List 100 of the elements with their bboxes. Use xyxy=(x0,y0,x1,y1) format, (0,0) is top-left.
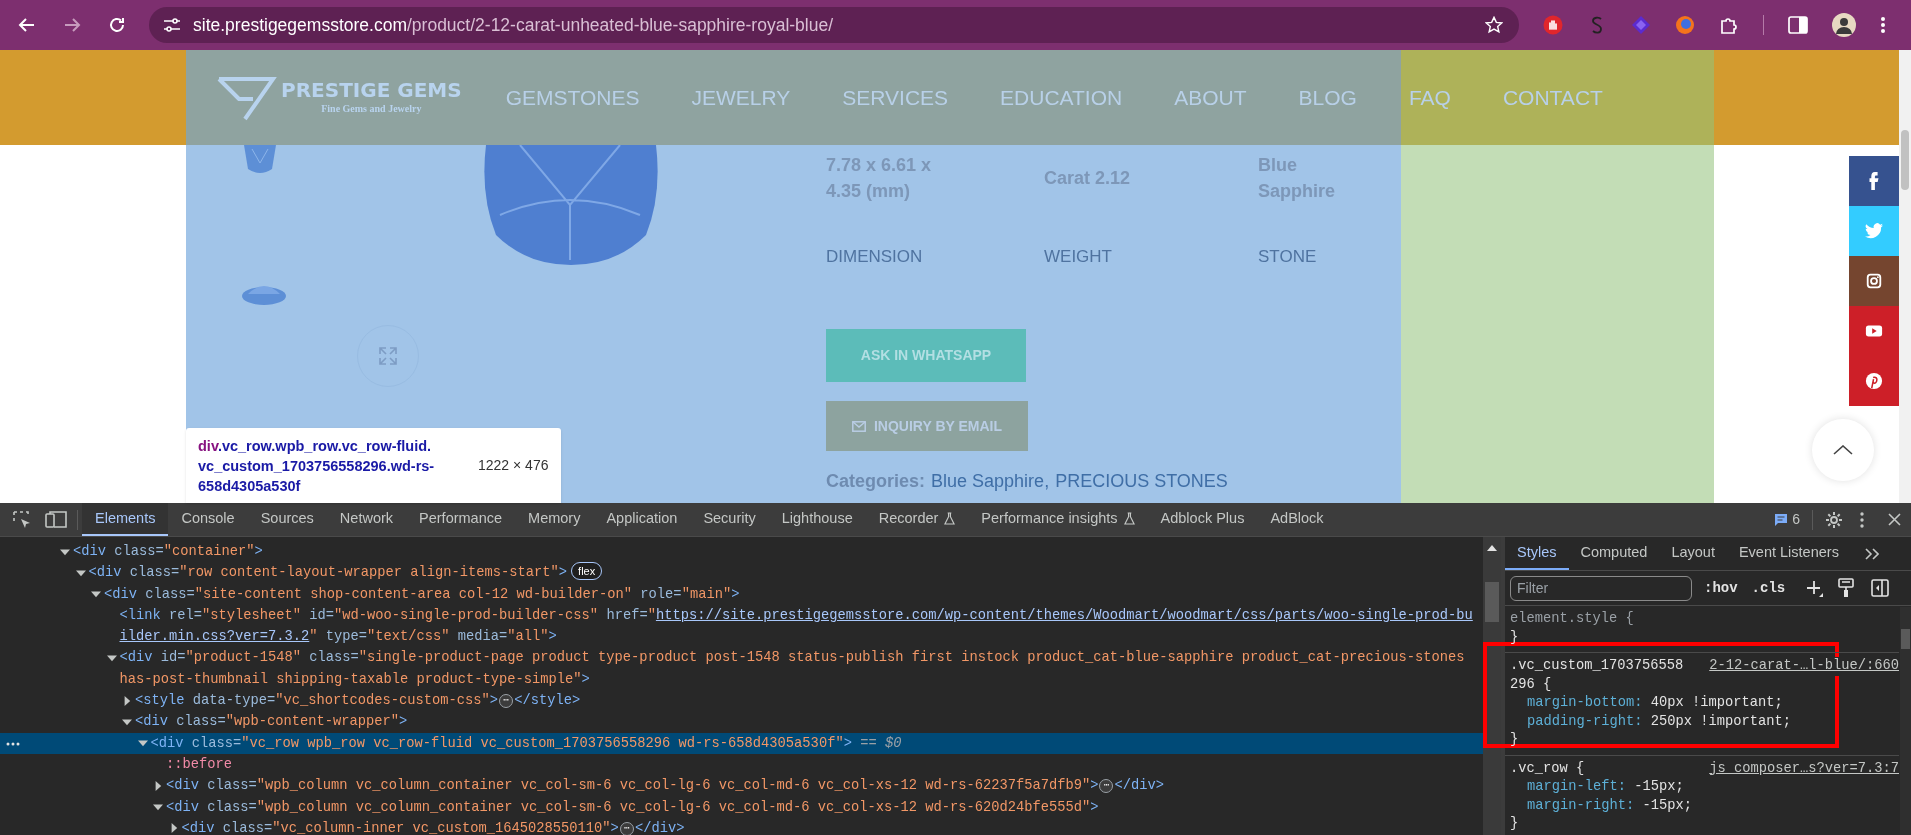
toggle-button[interactable]: :hov xyxy=(1704,577,1738,599)
devtools-tab[interactable]: Security xyxy=(690,503,769,536)
disclosure-triangle-icon[interactable] xyxy=(153,803,163,812)
forward-arrow-icon[interactable] xyxy=(63,16,81,34)
dom-node-text: <div class="wpb-content-wrapper"> xyxy=(135,714,408,730)
css-selector: element.style { xyxy=(1510,610,1634,628)
scrollbar-thumb[interactable] xyxy=(1901,130,1909,190)
inspect-element-icon[interactable] xyxy=(12,509,32,530)
stop-hand-extension-icon[interactable] xyxy=(1543,15,1563,35)
filter-field[interactable]: Filter xyxy=(1510,575,1692,601)
profile-avatar-icon[interactable] xyxy=(1832,13,1856,37)
scrollbar-thumb[interactable] xyxy=(1485,582,1499,622)
dom-tree-row[interactable]: <div class="wpb-content-wrapper"> xyxy=(0,711,1483,733)
facebook-share-button[interactable] xyxy=(1849,156,1899,206)
youtube-share-button[interactable] xyxy=(1849,306,1899,356)
styles-tab[interactable]: Computed xyxy=(1568,537,1660,570)
styles-tab[interactable]: Layout xyxy=(1659,537,1727,570)
globe-extension-icon[interactable] xyxy=(1675,15,1695,35)
devtools-tab[interactable]: Recorder xyxy=(865,503,969,536)
collapsed-content-button[interactable]: ⋯ xyxy=(619,821,634,835)
css-value[interactable]: -15px; xyxy=(1634,779,1684,794)
disclosure-triangle-icon[interactable] xyxy=(137,739,148,748)
devtools-tab[interactable]: Memory xyxy=(515,503,594,536)
dom-tree-row[interactable]: <div class="vc_column-inner vc_custom_1645028550110"> ⋯ </div> xyxy=(0,817,1483,835)
address-bar[interactable]: site.prestigegemsstore.com/product/2-12-carat-unheated-blue-sapphire-royal-blue/ xyxy=(149,7,1519,43)
instagram-share-button[interactable] xyxy=(1849,256,1899,306)
chevron-up-icon xyxy=(1833,445,1853,455)
styles-tab[interactable]: Event Listeners xyxy=(1726,537,1851,570)
disclosure-triangle-icon[interactable] xyxy=(123,695,131,706)
bookmark-star-icon[interactable] xyxy=(1485,16,1503,34)
devtools-tab[interactable]: Lighthouse xyxy=(768,503,866,536)
dom-tree-row[interactable]: <div class="container"> xyxy=(0,541,1483,563)
site-settings-icon[interactable] xyxy=(163,17,181,33)
css-property[interactable]: padding-right: xyxy=(1527,713,1643,729)
dom-tree-row[interactable]: <div class="wpb_column vc_column_container vc_col-sm-6 vc_col-lg-6 vc_col-md-6 vc_col-xs-12 wd-rs-620d24bfe555d"> xyxy=(0,796,1483,818)
dom-tree-row[interactable]: <div class="wpb_column vc_column_container vc_col-sm-6 vc_col-lg-6 vc_col-md-6 vc_col-xs-12 wd-rs-62237f5a7dfb9"> ⋯ </div> xyxy=(0,775,1483,797)
disclosure-triangle-icon[interactable] xyxy=(122,717,132,726)
styles-scrollbar[interactable] xyxy=(1900,607,1911,835)
side-panel-icon[interactable] xyxy=(1788,16,1808,34)
dom-tree-row[interactable]: <style data-type="vc_shortcodes-custom-css"> ⋯ </style> xyxy=(0,690,1483,712)
css-value[interactable]: 250px !important; xyxy=(1650,713,1792,729)
devtools-tab[interactable]: Adblock Plus xyxy=(1147,503,1258,536)
collapsed-content-button[interactable]: ⋯ xyxy=(499,694,514,709)
scrollbar-thumb[interactable] xyxy=(1901,629,1910,649)
devtools-tab[interactable]: Elements xyxy=(82,503,169,536)
device-toolbar-icon[interactable] xyxy=(45,510,67,529)
devtools-tab[interactable]: Performance xyxy=(406,503,516,536)
expand-arrows-icon xyxy=(379,347,397,365)
css-value[interactable]: 40px !important; xyxy=(1650,695,1783,710)
more-options-icon[interactable] xyxy=(6,741,20,746)
dom-node-text: <style data-type="vc_shortcodes-custom-css"> xyxy=(135,693,499,709)
devtools-tab[interactable]: Sources xyxy=(247,503,327,536)
devtools-tab[interactable]: Performance insights xyxy=(968,503,1148,536)
css-property[interactable]: margin-left: xyxy=(1527,779,1627,794)
disclosure-triangle-icon[interactable] xyxy=(154,780,162,791)
double-chevron-icon[interactable] xyxy=(1864,547,1879,560)
dom-node-text: <div class="site-content shop-content-area col-12 wd-builder-on" role="main"> xyxy=(104,586,740,602)
back-arrow-icon[interactable] xyxy=(18,16,36,34)
close-icon[interactable] xyxy=(1888,513,1901,526)
devtools-tab[interactable]: Application xyxy=(593,503,691,536)
css-selector: .vc_custom_1703756558 xyxy=(1510,657,1684,675)
dom-tree-row[interactable]: <div class="site-content shop-content-area col-12 wd-builder-on" role="main"> xyxy=(0,583,1483,605)
disclosure-triangle-icon[interactable] xyxy=(106,654,117,662)
scroll-up-arrow-icon[interactable] xyxy=(1487,545,1497,551)
page-scrollbar[interactable] xyxy=(1899,50,1911,503)
collapsed-content-button[interactable]: ⋯ xyxy=(1099,779,1114,794)
css-value[interactable]: -15px; xyxy=(1642,797,1693,813)
issues-counter[interactable]: 6 xyxy=(1774,509,1800,530)
plus-icon[interactable] xyxy=(1805,579,1824,597)
dom-node-text: </style> xyxy=(514,693,581,709)
dom-node-text: </div> xyxy=(634,820,685,835)
elements-scrollbar[interactable] xyxy=(1483,537,1501,835)
settings-icon[interactable] xyxy=(1825,510,1843,529)
logo-mark-icon xyxy=(215,74,277,121)
paint-roller-icon[interactable] xyxy=(1838,578,1855,598)
disclosure-triangle-icon[interactable] xyxy=(60,547,70,556)
puzzle-extensions-icon[interactable] xyxy=(1719,15,1739,35)
dom-tree-row[interactable]: <div class="row content-layout-wrapper align-items-start"> flex xyxy=(0,562,1483,584)
source-link[interactable]: js_composer…s?ver=7.3:7 xyxy=(1709,759,1899,778)
styles-tab[interactable]: Styles xyxy=(1505,537,1569,570)
disclosure-triangle-icon[interactable] xyxy=(75,568,86,577)
devtools-tab[interactable]: AdBlock xyxy=(1257,503,1337,536)
message-icon xyxy=(1774,512,1789,527)
sidebar-toggle-icon[interactable] xyxy=(1871,579,1890,597)
dom-tree-row[interactable]: <div class="vc_row wpb_row vc_row-fluid vc_custom_1703756558296 wd-rs-658d4305a530f"> == $0 xyxy=(0,732,1483,754)
source-link[interactable]: 2-12-carat-…l-blue/:660 xyxy=(1709,657,1899,676)
more-options-icon[interactable] xyxy=(1860,511,1864,528)
toggle-button[interactable]: .cls xyxy=(1751,577,1786,599)
pinterest-share-button[interactable] xyxy=(1849,356,1899,406)
flex-badge[interactable]: flex xyxy=(571,562,603,581)
disclosure-triangle-icon[interactable] xyxy=(91,590,101,599)
pinterest-icon xyxy=(1865,372,1883,390)
reload-icon[interactable] xyxy=(108,16,126,34)
disclosure-triangle-icon[interactable] xyxy=(169,823,178,834)
devtools-tab[interactable]: Network xyxy=(326,503,407,536)
menu-icon[interactable] xyxy=(1880,16,1886,34)
css-property[interactable]: margin-right: xyxy=(1527,797,1635,813)
dom-tree-row[interactable]: ::before xyxy=(0,753,1483,776)
css-property[interactable]: margin-bottom: xyxy=(1527,695,1643,710)
devtools-tab[interactable]: Console xyxy=(168,503,248,536)
